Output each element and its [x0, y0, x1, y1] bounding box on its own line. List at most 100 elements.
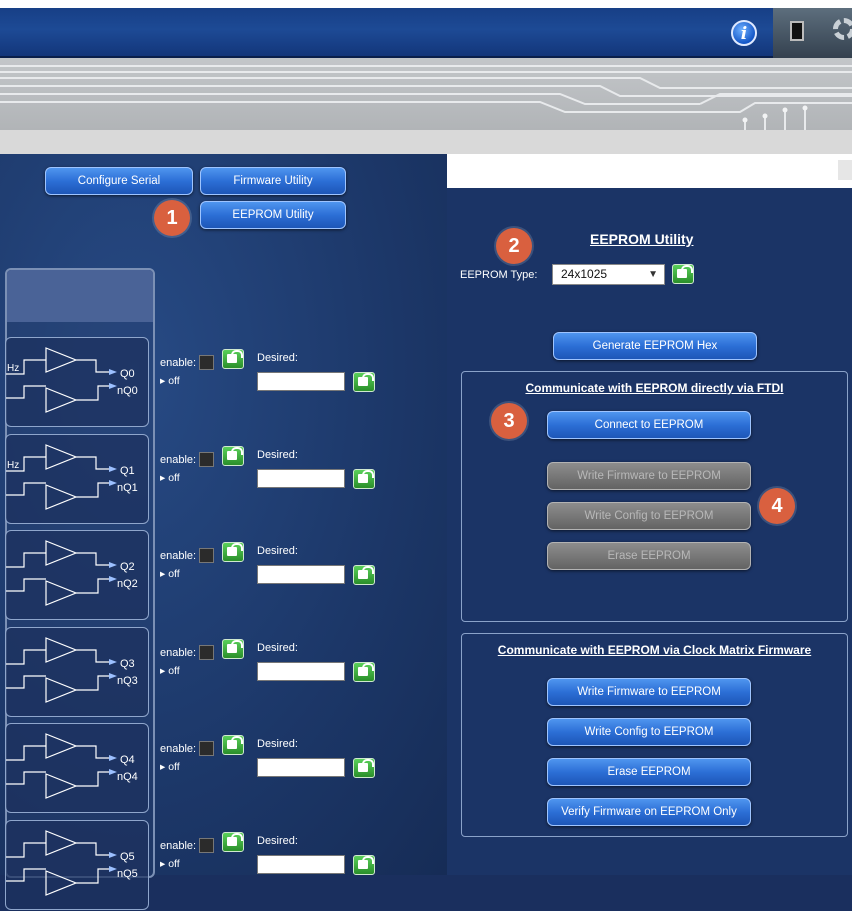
ftdi-write-config-button[interactable]: Write Config to EEPROM	[547, 502, 751, 530]
eeprom-utility-title: EEPROM Utility	[590, 231, 694, 247]
enable-label: enable:	[160, 357, 197, 369]
eeprom-type-lock-icon[interactable]	[672, 264, 694, 284]
enable-checkbox[interactable]	[199, 838, 214, 853]
output-state-text: off	[168, 375, 180, 387]
desired-frequency-input[interactable]	[257, 565, 345, 584]
output-state-text: off	[168, 665, 180, 677]
enable-label: enable:	[160, 840, 197, 852]
enable-label: enable:	[160, 550, 197, 562]
desired-frequency-input[interactable]	[257, 758, 345, 777]
firmware-group-title: Communicate with EEPROM via Clock Matrix…	[497, 643, 812, 657]
chip-icon[interactable]	[790, 21, 804, 41]
desired-label: Desired:	[257, 738, 298, 750]
buffer-diagram	[6, 830, 117, 896]
info-icon[interactable]: i	[731, 20, 757, 46]
step-marker-1: 1	[154, 200, 190, 236]
circuit-traces	[0, 65, 852, 130]
output-card	[5, 530, 149, 620]
eeprom-type-value: 24x1025	[561, 267, 608, 281]
scroll-handle[interactable]	[838, 160, 852, 180]
enable-lock-icon[interactable]	[222, 542, 244, 562]
step-marker-3: 3	[491, 403, 527, 439]
eeprom-utility-button[interactable]: EEPROM Utility	[200, 201, 346, 229]
title-bar	[0, 0, 852, 58]
desired-label: Desired:	[257, 545, 298, 557]
output-state: ▸ off	[160, 665, 180, 677]
output-state-text: off	[168, 761, 180, 773]
buffer-diagram	[6, 733, 117, 799]
output-card	[5, 627, 149, 717]
output-card	[5, 434, 149, 524]
inverted-output-label: nQ4	[117, 771, 138, 783]
enable-checkbox[interactable]	[199, 452, 214, 467]
output-state-text: off	[168, 858, 180, 870]
enable-checkbox[interactable]	[199, 548, 214, 563]
connect-to-eeprom-button[interactable]: Connect to EEPROM	[547, 411, 751, 439]
buffer-diagram	[6, 637, 117, 703]
desired-frequency-input[interactable]	[257, 469, 345, 488]
enable-lock-icon[interactable]	[222, 446, 244, 466]
enable-checkbox[interactable]	[199, 741, 214, 756]
output-card	[5, 723, 149, 813]
output-state: ▸ off	[160, 472, 180, 484]
output-label: Q2	[120, 561, 135, 573]
ftdi-erase-eeprom-button[interactable]: Erase EEPROM	[547, 542, 751, 570]
enable-checkbox[interactable]	[199, 355, 214, 370]
output-state: ▸ off	[160, 858, 180, 870]
desired-label: Desired:	[257, 352, 298, 364]
panel-header-bar	[447, 154, 852, 188]
desired-lock-icon[interactable]	[353, 565, 375, 585]
fw-write-config-button[interactable]: Write Config to EEPROM	[547, 718, 751, 746]
enable-lock-icon[interactable]	[222, 349, 244, 369]
gear-icon[interactable]	[833, 18, 852, 40]
inverted-output-label: nQ3	[117, 675, 138, 687]
frequency-unit: Hz	[7, 363, 20, 374]
enable-lock-icon[interactable]	[222, 832, 244, 852]
ftdi-write-firmware-button[interactable]: Write Firmware to EEPROM	[547, 462, 751, 490]
desired-label: Desired:	[257, 642, 298, 654]
desired-frequency-input[interactable]	[257, 662, 345, 681]
enable-lock-icon[interactable]	[222, 639, 244, 659]
fw-write-firmware-button[interactable]: Write Firmware to EEPROM	[547, 678, 751, 706]
generate-eeprom-hex-button[interactable]: Generate EEPROM Hex	[553, 332, 757, 360]
firmware-utility-button[interactable]: Firmware Utility	[200, 167, 346, 195]
eeprom-type-label: EEPROM Type:	[460, 269, 538, 281]
output-label: Q0	[120, 368, 135, 380]
verify-firmware-button[interactable]: Verify Firmware on EEPROM Only	[547, 798, 751, 826]
step-marker-4: 4	[759, 488, 795, 524]
desired-lock-icon[interactable]	[353, 758, 375, 778]
enable-label: enable:	[160, 454, 197, 466]
desired-lock-icon[interactable]	[353, 855, 375, 875]
desired-lock-icon[interactable]	[353, 372, 375, 392]
desired-label: Desired:	[257, 449, 298, 461]
output-label: Q1	[120, 465, 135, 477]
output-state-text: off	[168, 472, 180, 484]
configure-serial-button[interactable]: Configure Serial	[45, 167, 193, 195]
desired-frequency-input[interactable]	[257, 855, 345, 874]
output-card	[5, 337, 149, 427]
enable-label: enable:	[160, 647, 197, 659]
buffer-diagram	[6, 540, 117, 606]
enable-lock-icon[interactable]	[222, 735, 244, 755]
circuit-banner	[0, 58, 852, 130]
inverted-output-label: nQ1	[117, 482, 138, 494]
desired-label: Desired:	[257, 835, 298, 847]
chevron-down-icon: ▼	[648, 269, 658, 280]
step-marker-2: 2	[496, 228, 532, 264]
enable-label: enable:	[160, 743, 197, 755]
frequency-unit: Hz	[7, 460, 20, 471]
enable-checkbox[interactable]	[199, 645, 214, 660]
output-state: ▸ off	[160, 761, 180, 773]
inverted-output-label: nQ0	[117, 385, 138, 397]
ftdi-group-title: Communicate with EEPROM directly via FTD…	[525, 381, 784, 395]
desired-lock-icon[interactable]	[353, 662, 375, 682]
banner-strip	[0, 130, 852, 154]
output-label: Q3	[120, 658, 135, 670]
output-label: Q5	[120, 851, 135, 863]
desired-frequency-input[interactable]	[257, 372, 345, 391]
desired-lock-icon[interactable]	[353, 469, 375, 489]
buffer-diagram	[6, 444, 117, 510]
fw-erase-eeprom-button[interactable]: Erase EEPROM	[547, 758, 751, 786]
eeprom-type-select[interactable]: 24x1025 ▼	[552, 264, 665, 285]
output-state: ▸ off	[160, 568, 180, 580]
